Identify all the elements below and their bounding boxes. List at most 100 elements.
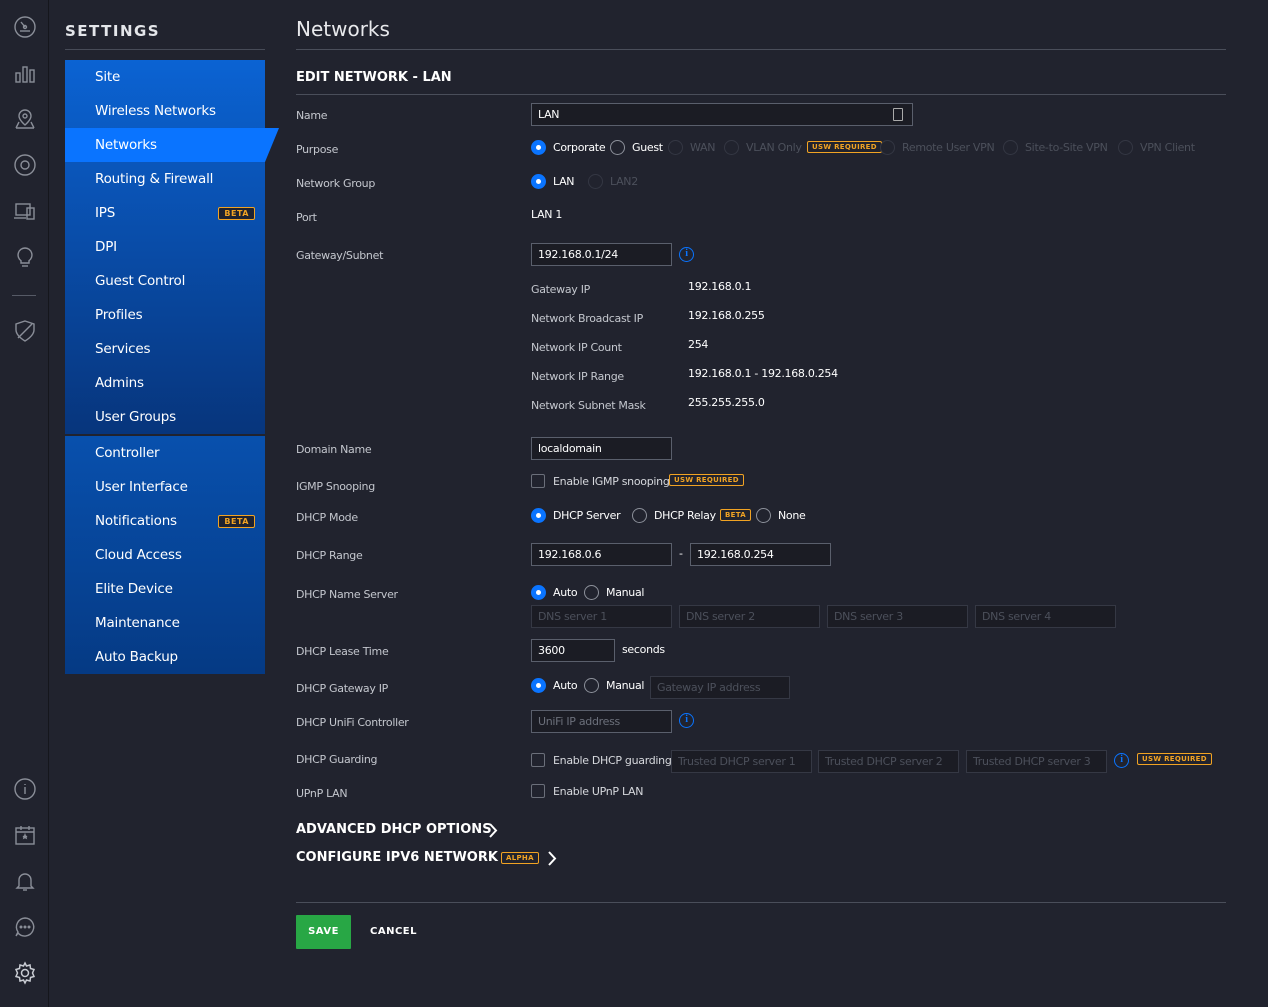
- settings-divider: [65, 49, 265, 50]
- menu-item-label: Services: [95, 341, 151, 357]
- menu-item-admins[interactable]: Admins: [65, 366, 265, 400]
- dhcp-relay-label: DHCP Relay: [654, 509, 716, 522]
- menu-item-elite-device[interactable]: Elite Device: [65, 572, 265, 606]
- dhcp-relay-radio[interactable]: [632, 508, 647, 523]
- purpose-corporate-radio[interactable]: [531, 140, 546, 155]
- active-menu-pointer: [265, 128, 279, 162]
- menu-item-controller[interactable]: Controller: [65, 436, 265, 470]
- purpose-vlan-label: VLAN Only: [746, 141, 802, 154]
- purpose-guest-radio[interactable]: [610, 140, 625, 155]
- chevron-right-icon: [548, 851, 557, 866]
- upnp-checkbox[interactable]: [531, 784, 545, 798]
- gateway-subnet-input[interactable]: 192.168.0.1/24: [531, 243, 672, 266]
- menu-item-auto-backup[interactable]: Auto Backup: [65, 640, 265, 674]
- dhcp-server-radio[interactable]: [531, 508, 546, 523]
- menu-item-label: User Interface: [95, 479, 188, 495]
- menu-item-user-interface[interactable]: User Interface: [65, 470, 265, 504]
- map-icon[interactable]: [12, 106, 37, 131]
- dns-server-1-input: DNS server 1: [531, 605, 672, 628]
- statistics-icon[interactable]: [12, 60, 37, 85]
- dhcp-gateway-input: Gateway IP address: [650, 676, 790, 699]
- menu-item-services[interactable]: Services: [65, 332, 265, 366]
- dhcp-lease-input[interactable]: 3600: [531, 639, 615, 662]
- upnp-checkbox-label: Enable UPnP LAN: [553, 785, 644, 798]
- menu-item-dpi[interactable]: DPI: [65, 230, 265, 264]
- gateway-subnet-label: Gateway/Subnet: [296, 249, 384, 262]
- settings-menu-bottom: Controller User Interface Notifications B…: [65, 436, 265, 674]
- subnet-mask-label: Network Subnet Mask: [531, 399, 646, 412]
- info-icon[interactable]: i: [679, 247, 694, 262]
- dns-server-2-placeholder: DNS server 2: [686, 610, 755, 623]
- dns-server-1-placeholder: DNS server 1: [538, 610, 607, 623]
- bell-icon[interactable]: [12, 868, 37, 893]
- dhcp-guarding-label: DHCP Guarding: [296, 753, 378, 766]
- dhcp-range-start-input[interactable]: 192.168.0.6: [531, 543, 672, 566]
- insights-icon[interactable]: [12, 244, 37, 269]
- purpose-remote-vpn-label: Remote User VPN: [902, 141, 995, 154]
- usw-required-badge: USW REQUIRED: [1137, 753, 1212, 765]
- clients-icon[interactable]: [12, 198, 37, 223]
- dhcp-none-radio[interactable]: [756, 508, 771, 523]
- menu-item-wireless-networks[interactable]: Wireless Networks: [65, 94, 265, 128]
- subnet-mask-value: 255.255.255.0: [688, 396, 765, 409]
- menu-item-label: Routing & Firewall: [95, 171, 214, 187]
- menu-item-site[interactable]: Site: [65, 60, 265, 94]
- ipv6-expander[interactable]: CONFIGURE IPV6 NETWORK ALPHA: [296, 850, 557, 866]
- igmp-checkbox[interactable]: [531, 474, 545, 488]
- menu-item-label: Profiles: [95, 307, 143, 323]
- dashboard-icon[interactable]: [12, 14, 37, 39]
- settings-menu-top: Site Wireless Networks Networks Routing …: [65, 60, 265, 434]
- info-icon[interactable]: i: [1114, 753, 1129, 768]
- upnp-label: UPnP LAN: [296, 787, 348, 800]
- network-group-lan-radio[interactable]: [531, 174, 546, 189]
- menu-item-routing-firewall[interactable]: Routing & Firewall: [65, 162, 265, 196]
- dns-server-4-input: DNS server 4: [975, 605, 1116, 628]
- name-input[interactable]: LAN: [531, 103, 913, 126]
- dhcp-lease-unit: seconds: [622, 643, 665, 656]
- gear-icon[interactable]: [12, 960, 37, 985]
- alpha-badge: ALPHA: [501, 852, 539, 864]
- cancel-button[interactable]: CANCEL: [370, 915, 417, 949]
- port-label: Port: [296, 211, 317, 224]
- info-icon[interactable]: i: [679, 713, 694, 728]
- ip-range-value: 192.168.0.1 - 192.168.0.254: [688, 367, 838, 380]
- menu-item-cloud-access[interactable]: Cloud Access: [65, 538, 265, 572]
- menu-item-user-groups[interactable]: User Groups: [65, 400, 265, 434]
- info-icon[interactable]: [12, 776, 37, 801]
- title-divider: [296, 49, 1226, 50]
- devices-icon[interactable]: [12, 152, 37, 177]
- purpose-site-vpn-radio: [1003, 140, 1018, 155]
- rail-divider: [12, 295, 36, 296]
- usw-required-badge: USW REQUIRED: [669, 474, 744, 486]
- menu-item-label: Maintenance: [95, 615, 180, 631]
- purpose-remote-vpn-radio: [880, 140, 895, 155]
- igmp-label: IGMP Snooping: [296, 480, 375, 493]
- menu-item-maintenance[interactable]: Maintenance: [65, 606, 265, 640]
- menu-item-networks[interactable]: Networks: [65, 128, 265, 162]
- dhcp-unifi-input[interactable]: UniFi IP address: [531, 710, 672, 733]
- domain-name-input[interactable]: localdomain: [531, 437, 672, 460]
- dhcp-guarding-checkbox-label: Enable DHCP guarding: [553, 754, 672, 767]
- dhcp-range-end-input[interactable]: 192.168.0.254: [690, 543, 831, 566]
- menu-item-notifications[interactable]: Notifications BETA: [65, 504, 265, 538]
- menu-item-guest-control[interactable]: Guest Control: [65, 264, 265, 298]
- purpose-vpn-client-radio: [1118, 140, 1133, 155]
- network-group-lan-label: LAN: [553, 175, 575, 188]
- menu-item-label: Admins: [95, 375, 144, 391]
- name-server-auto-radio[interactable]: [531, 585, 546, 600]
- dhcp-gateway-auto-radio[interactable]: [531, 678, 546, 693]
- name-server-manual-radio[interactable]: [584, 585, 599, 600]
- dhcp-guarding-checkbox[interactable]: [531, 753, 545, 767]
- menu-item-label: Controller: [95, 445, 160, 461]
- purpose-label: Purpose: [296, 143, 339, 156]
- calendar-icon[interactable]: [12, 822, 37, 847]
- menu-item-ips[interactable]: IPS BETA: [65, 196, 265, 230]
- dhcp-gateway-manual-radio[interactable]: [584, 678, 599, 693]
- menu-item-label: Auto Backup: [95, 649, 178, 665]
- shield-icon[interactable]: [12, 318, 37, 343]
- menu-item-profiles[interactable]: Profiles: [65, 298, 265, 332]
- advanced-dhcp-expander[interactable]: ADVANCED DHCP OPTIONS: [296, 822, 498, 838]
- igmp-checkbox-label: Enable IGMP snooping: [553, 475, 670, 488]
- chat-icon[interactable]: [12, 914, 37, 939]
- save-button[interactable]: SAVE: [296, 915, 351, 949]
